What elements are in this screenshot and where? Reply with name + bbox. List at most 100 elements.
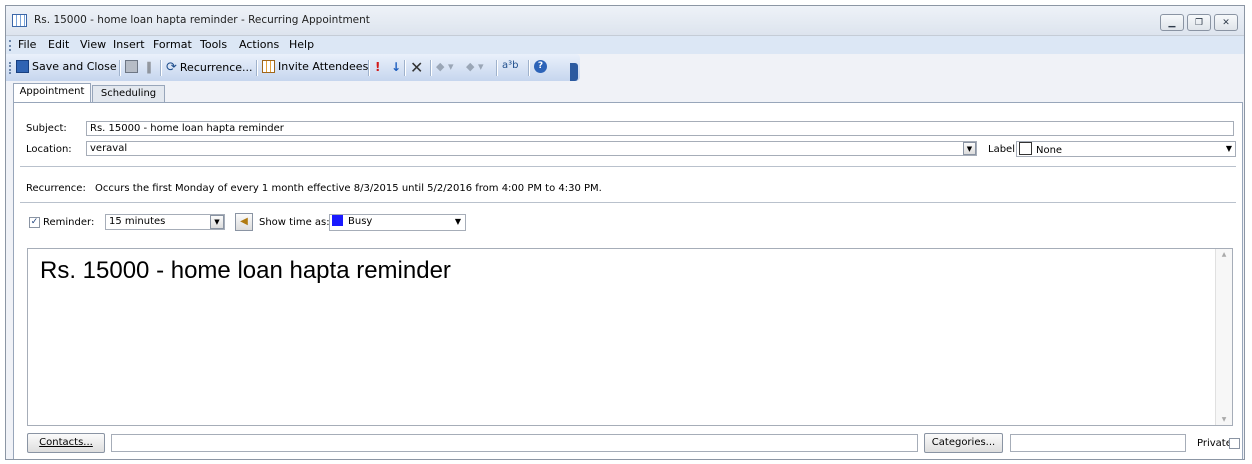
menu-bar: File Edit View Insert Format Tools Actio… — [6, 36, 1244, 54]
contacts-input[interactable] — [111, 434, 918, 452]
chevron-down-icon: ▼ — [1225, 144, 1232, 153]
tab-appointment[interactable]: Appointment — [13, 83, 91, 103]
invite-attendees-button[interactable]: Invite Attendees — [262, 60, 368, 73]
busy-color-swatch — [332, 215, 343, 226]
menu-file[interactable]: File — [18, 38, 36, 51]
next-item-icon: ◆ ▾ — [466, 60, 484, 73]
show-time-value: Busy — [348, 216, 373, 227]
title-bar: Rs. 15000 - home loan hapta reminder - R… — [6, 6, 1244, 36]
restore-button[interactable]: ❐ — [1187, 14, 1211, 31]
reminder-select[interactable]: 15 minutes — [105, 214, 225, 230]
close-icon: ✕ — [1222, 18, 1230, 28]
notes-body-text: Rs. 15000 - home loan hapta reminder — [40, 257, 451, 284]
divider — [20, 202, 1236, 203]
notes-scrollbar[interactable]: ▲ ▼ — [1215, 249, 1232, 425]
tab-scheduling[interactable]: Scheduling — [92, 85, 165, 102]
contacts-button-label: Contacts... — [39, 437, 93, 448]
label-select-value: None — [1036, 145, 1063, 156]
toolbar-grip[interactable] — [9, 62, 13, 74]
minimize-icon: ▁ — [1168, 18, 1176, 28]
reminder-checkbox[interactable]: ✓ — [29, 217, 40, 228]
paperclip-icon: ∥ — [146, 60, 152, 74]
toolbar-separator — [256, 60, 258, 76]
location-input[interactable]: veraval — [86, 141, 977, 156]
contacts-button[interactable]: Contacts... — [27, 433, 105, 453]
menu-grip[interactable] — [9, 40, 13, 51]
menu-format[interactable]: Format — [153, 38, 192, 51]
categories-input[interactable] — [1010, 434, 1186, 452]
tab-strip: Appointment Scheduling — [6, 82, 1244, 103]
spelling-icon: a³b — [502, 60, 519, 71]
toolbar-separator — [430, 60, 432, 76]
invite-attendees-icon — [262, 60, 275, 73]
toolbar-separator — [496, 60, 498, 76]
save-and-close-label: Save and Close — [32, 60, 117, 73]
subject-label: Subject: — [26, 123, 67, 134]
recurrence-label: Recurrence... — [179, 61, 253, 74]
toolbar-separator — [368, 60, 370, 76]
scroll-down-icon: ▼ — [1221, 416, 1227, 423]
chevron-down-icon: ▼ — [454, 217, 461, 226]
toolbar-separator — [528, 60, 530, 76]
low-importance-icon: ↓ — [391, 60, 402, 74]
location-dropdown-button[interactable]: ▼ — [963, 142, 976, 155]
close-button[interactable]: ✕ — [1214, 14, 1238, 31]
menu-actions[interactable]: Actions — [239, 38, 279, 51]
reminder-sound-button[interactable]: ◀ — [235, 213, 253, 231]
toolbar-separator — [119, 60, 121, 76]
toolbar-separator — [404, 60, 406, 76]
low-importance-button[interactable]: ↓ — [391, 60, 401, 74]
appointment-panel: Subject: Rs. 15000 - home loan hapta rem… — [13, 102, 1243, 459]
menu-view[interactable]: View — [80, 38, 106, 51]
reminder-dropdown-button[interactable]: ▼ — [210, 215, 224, 229]
high-importance-icon: ! — [375, 60, 381, 74]
delete-button[interactable]: ✕ — [410, 58, 423, 77]
save-icon — [16, 60, 29, 73]
label-color-swatch — [1019, 142, 1032, 155]
help-button[interactable]: ? — [534, 60, 547, 73]
scroll-up-icon: ▲ — [1221, 251, 1227, 258]
chevron-down-icon: ▼ — [966, 145, 973, 153]
reminder-label: Reminder: — [43, 217, 95, 228]
attach-button[interactable]: ∥ — [146, 60, 152, 74]
menu-insert[interactable]: Insert — [113, 38, 145, 51]
menu-help[interactable]: Help — [289, 38, 314, 51]
print-button[interactable] — [125, 60, 138, 73]
window-title: Rs. 15000 - home loan hapta reminder - R… — [34, 14, 370, 26]
standard-toolbar: Save and Close ∥ ⟳ Recurrence... Invite … — [6, 54, 580, 81]
show-time-select[interactable]: Busy ▼ — [329, 214, 466, 231]
categories-button-label: Categories... — [931, 437, 996, 448]
minimize-button[interactable]: ▁ — [1160, 14, 1184, 31]
private-checkbox[interactable] — [1229, 438, 1240, 449]
appointment-window: Rs. 15000 - home loan hapta reminder - R… — [5, 5, 1245, 460]
window-controls: ▁ ❐ ✕ — [1160, 14, 1238, 31]
previous-item-button[interactable]: ◆ ▾ — [436, 60, 453, 73]
location-label: Location: — [26, 144, 72, 155]
reminder-select-value: 15 minutes — [109, 216, 166, 227]
spelling-button[interactable]: a³b — [502, 60, 518, 71]
recurrence-button[interactable]: ⟳ Recurrence... — [166, 60, 253, 75]
previous-item-icon: ◆ ▾ — [436, 60, 454, 73]
notes-body[interactable]: Rs. 15000 - home loan hapta reminder ▲ ▼ — [27, 248, 1233, 426]
show-time-label: Show time as: — [259, 217, 330, 228]
toolbar-separator — [160, 60, 162, 76]
high-importance-button[interactable]: ! — [375, 60, 380, 74]
print-icon — [125, 60, 138, 73]
save-and-close-button[interactable]: Save and Close — [16, 60, 117, 73]
subject-input[interactable]: Rs. 15000 - home loan hapta reminder — [86, 121, 1234, 136]
next-item-button[interactable]: ◆ ▾ — [466, 60, 483, 73]
toolbar-options-button[interactable] — [570, 63, 578, 81]
help-icon: ? — [534, 60, 547, 73]
menu-edit[interactable]: Edit — [48, 38, 69, 51]
chevron-down-icon: ▼ — [214, 218, 220, 226]
calendar-icon — [12, 14, 27, 27]
categories-button[interactable]: Categories... — [924, 433, 1003, 453]
label-select[interactable]: None ▼ — [1016, 141, 1236, 157]
invite-attendees-label: Invite Attendees — [278, 60, 369, 73]
menu-tools[interactable]: Tools — [200, 38, 227, 51]
label-label: Label: — [988, 144, 1019, 155]
private-label: Private — [1197, 438, 1232, 449]
speaker-icon: ◀ — [240, 216, 248, 227]
recurrence-label: Recurrence: — [26, 183, 86, 194]
recurrence-description: Occurs the first Monday of every 1 month… — [95, 183, 602, 194]
